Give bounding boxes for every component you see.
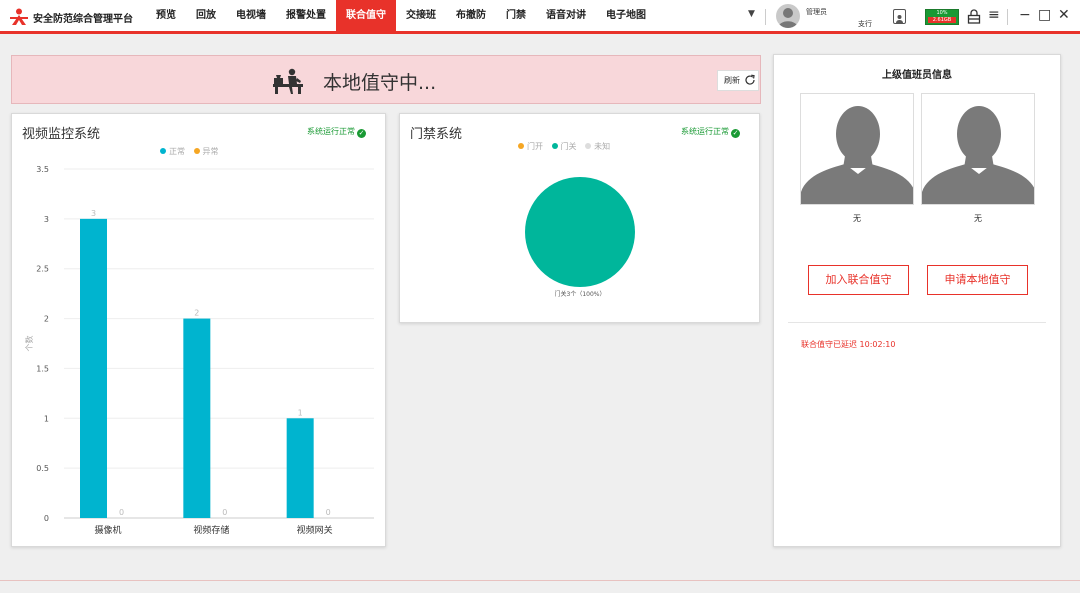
nav-playback[interactable]: 回放: [186, 0, 226, 34]
pie-slice: [525, 177, 635, 287]
apply-local-duty-button[interactable]: 申请本地值守: [927, 265, 1028, 295]
access-control-panel: 门禁系统 系统运行正常 ✓ 门开 门关 未知 门关3个（100%）: [399, 113, 760, 323]
y-tick-label: 1: [44, 414, 49, 423]
divider: [0, 580, 1080, 581]
legend-dot-door-open: [518, 143, 524, 149]
minimize-icon[interactable]: −: [1019, 7, 1031, 23]
bar-value-label: 0: [326, 508, 331, 517]
app-title: 安全防范综合管理平台: [33, 14, 133, 25]
video-status-text: 系统运行正常: [307, 127, 355, 136]
user-silhouette-icon: [778, 8, 798, 28]
person-silhouette-icon: [922, 106, 1034, 204]
nav-joint-duty[interactable]: 联合值守: [336, 0, 396, 34]
refresh-icon: [745, 74, 755, 85]
bar-value-label: 2: [194, 309, 199, 318]
user-role: 支行: [858, 20, 872, 28]
menu-icon[interactable]: ≡: [988, 7, 1000, 23]
check-icon: ✓: [731, 129, 740, 138]
person-silhouette-icon: [801, 106, 913, 204]
bar-normal: [80, 218, 107, 518]
nav-shift-handover[interactable]: 交接班: [396, 0, 446, 34]
nav-arm-disarm[interactable]: 布撤防: [446, 0, 496, 34]
close-icon[interactable]: ✕: [1058, 7, 1070, 23]
bar-value-label: 1: [298, 408, 303, 417]
nav-access-control[interactable]: 门禁: [496, 0, 536, 34]
nav-alarm-handling[interactable]: 报警处置: [276, 0, 336, 34]
bar-value-label: 0: [119, 508, 124, 517]
logo-icon: [10, 8, 28, 25]
pie-data-label: 门关3个（100%）: [555, 290, 606, 298]
y-tick-label: 2.5: [36, 265, 49, 274]
storage-indicator: 10% 2.61GB: [925, 9, 959, 25]
supervisor-panel-title: 上级值班员信息: [882, 70, 952, 81]
legend-dot-door-closed: [551, 143, 558, 149]
y-tick-label: 3: [44, 215, 49, 224]
y-tick-label: 0: [44, 514, 49, 523]
access-legend: 门开 门关 未知: [512, 141, 610, 152]
duty-status-banner: 本地值守中... 刷新: [11, 55, 761, 104]
divider: [765, 9, 766, 25]
bar-value-label: 0: [222, 508, 227, 517]
contact-person-icon: [896, 15, 903, 23]
divider: [1007, 9, 1008, 25]
storage-size: 2.61GB: [928, 17, 956, 23]
bar-value-label: 3: [91, 209, 96, 218]
on-duty-desk-icon: [273, 68, 303, 94]
video-system-status: 系统运行正常 ✓: [307, 126, 366, 138]
supervisor-name-2: 无: [974, 214, 982, 223]
nav-dropdown-icon[interactable]: ▼: [748, 9, 755, 19]
maximize-icon[interactable]: □: [1038, 7, 1051, 23]
bar-normal: [183, 318, 211, 518]
device-status-bar-chart: 0 0.5 1 1.5 2 2.5 3 3.5 个数 3 0 摄像机 2 0 视频存储 1 0 视频网关: [24, 165, 374, 536]
divider: [788, 322, 1046, 323]
x-tick-label: 视频网关: [297, 524, 333, 536]
access-system-status: 系统运行正常 ✓: [681, 126, 740, 138]
storage-percent: 10%: [936, 10, 948, 16]
legend-door-closed: 门关: [560, 142, 577, 151]
x-tick-label: 视频存储: [193, 524, 229, 536]
refresh-button[interactable]: 刷新: [717, 70, 759, 91]
video-panel-title: 视频监控系统: [22, 127, 101, 142]
bar-normal: [286, 418, 314, 518]
x-tick-label: 摄像机: [94, 524, 121, 536]
nav-tv-wall[interactable]: 电视墙: [226, 0, 276, 34]
access-status-text: 系统运行正常: [681, 127, 729, 136]
legend-unknown: 未知: [594, 142, 611, 151]
legend-dot-unknown: [585, 143, 592, 149]
joint-duty-delay-text: 联合值守已延迟 10:02:10: [801, 340, 896, 349]
nav-e-map[interactable]: 电子地图: [596, 0, 656, 34]
user-name: 管理员: [806, 8, 827, 16]
nav-intercom[interactable]: 语音对讲: [536, 0, 596, 34]
top-bar: 安全防范综合管理平台 预览 回放 电视墙 报警处置 联合值守 交接班 布撤防 门…: [0, 0, 1080, 34]
supervisor-info-panel: 上级值班员信息 无 无 加入联合值守 申请本地值守 联合值守已延迟 10:02:…: [773, 54, 1061, 547]
legend-door-open: 门开: [527, 142, 543, 151]
y-tick-label: 1.5: [36, 364, 49, 373]
y-tick-label: 0.5: [36, 464, 49, 473]
y-tick-label: 3.5: [36, 165, 49, 174]
supervisor-photo-2: [921, 93, 1035, 205]
access-panel-title: 门禁系统: [410, 127, 463, 142]
contacts-icon[interactable]: [893, 9, 906, 24]
nav-preview[interactable]: 预览: [146, 0, 186, 34]
main-nav: 预览 回放 电视墙 报警处置 联合值守 交接班 布撤防 门禁 语音对讲 电子地图: [146, 0, 656, 34]
y-axis-label: 个数: [24, 336, 34, 352]
supervisor-name-1: 无: [853, 214, 861, 223]
supervisor-photo-1: [800, 93, 914, 205]
y-tick-label: 2: [44, 315, 49, 324]
refresh-label: 刷新: [724, 76, 740, 85]
user-avatar[interactable]: [776, 4, 800, 28]
check-icon: ✓: [357, 129, 366, 138]
lock-icon[interactable]: [967, 9, 981, 24]
door-status-pie-chart: 门关3个（100%）: [525, 177, 635, 298]
join-joint-duty-button[interactable]: 加入联合值守: [808, 265, 909, 295]
duty-status-text: 本地值守中...: [323, 72, 437, 94]
video-surveillance-panel: 视频监控系统 系统运行正常 ✓ 正常 异常 0 0.5 1 1.5 2 2.5 3 3.5 个数 3…: [11, 113, 386, 547]
